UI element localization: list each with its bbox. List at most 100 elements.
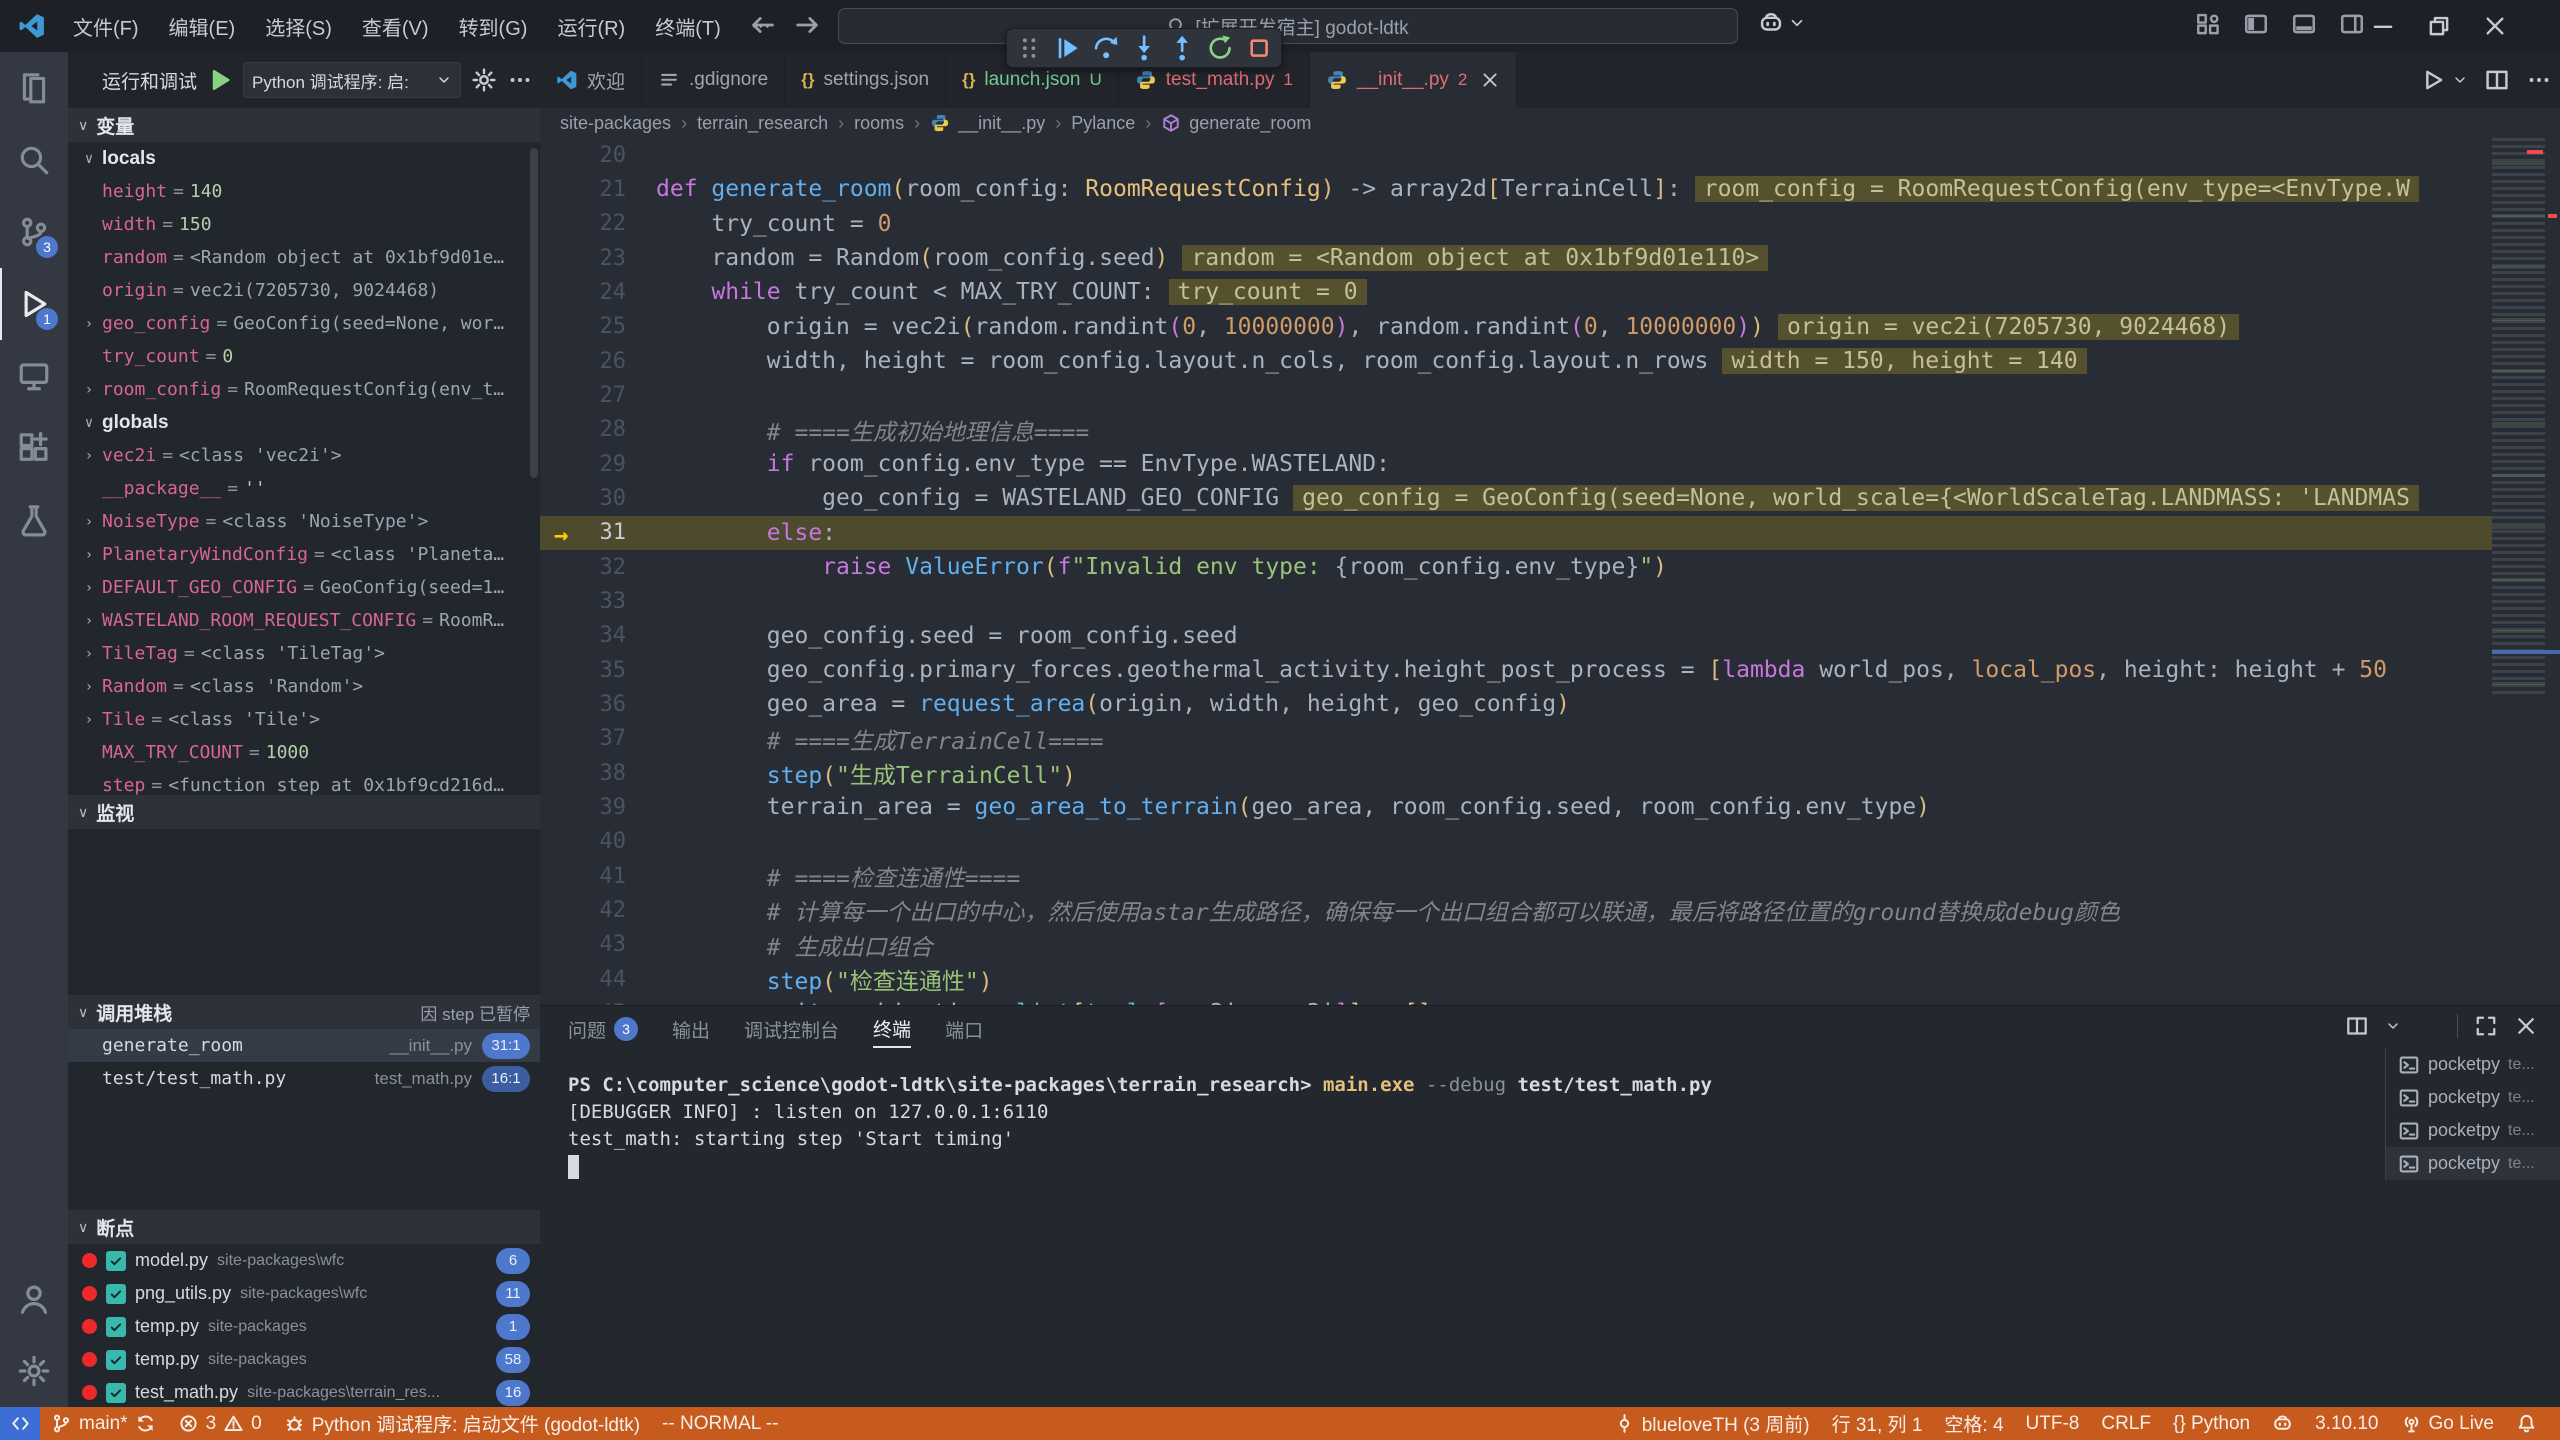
breadcrumb-item[interactable]: generate_room — [1189, 113, 1311, 134]
line-number[interactable]: 33 — [540, 589, 656, 614]
restore-icon[interactable] — [2426, 13, 2452, 39]
code-line-39[interactable]: 39 terrain_area = geo_area_to_terrain(ge… — [540, 790, 2492, 824]
code-line-40[interactable]: 40 — [540, 825, 2492, 859]
tab-settings-json[interactable]: {}settings.json — [785, 52, 946, 108]
more-actions-icon[interactable] — [2417, 1014, 2441, 1038]
line-number[interactable]: 40 — [540, 829, 656, 854]
variable-row[interactable]: origin=vec2i(7205730, 9024468) — [76, 274, 540, 307]
status-item-copilot[interactable] — [2261, 1407, 2304, 1440]
menu-item[interactable]: 终端(T) — [640, 6, 736, 47]
breadcrumb-item[interactable]: __init__.py — [958, 113, 1045, 134]
code-line-31[interactable]: →31 else: — [540, 516, 2492, 550]
breakpoint-row[interactable]: temp.pysite-packages1 — [68, 1310, 540, 1343]
breakpoints-header[interactable]: ∨断点 — [68, 1210, 540, 1244]
code-line-21[interactable]: 21def generate_room(room_config: RoomReq… — [540, 172, 2492, 206]
variables-header[interactable]: ∨变量 — [68, 108, 540, 142]
status-item-commit[interactable]: blueloveTH (3 周前) — [1603, 1407, 1821, 1440]
code-line-36[interactable]: 36 geo_area = request_area(origin, width… — [540, 687, 2492, 721]
breadcrumb-item[interactable]: terrain_research — [697, 113, 828, 134]
menu-item[interactable]: 运行(R) — [542, 6, 640, 47]
line-number[interactable]: 24 — [540, 280, 656, 305]
line-number[interactable]: 37 — [540, 726, 656, 751]
activitybar-extensions[interactable] — [0, 412, 68, 484]
status-item-branch[interactable]: main* — [40, 1407, 167, 1440]
split-terminal-icon[interactable] — [2345, 1014, 2369, 1038]
code-line-37[interactable]: 37 # ====生成TerrainCell==== — [540, 722, 2492, 756]
line-number[interactable]: 28 — [540, 417, 656, 442]
line-number[interactable]: 26 — [540, 349, 656, 374]
code-line-34[interactable]: 34 geo_config.seed = room_config.seed — [540, 619, 2492, 653]
variable-row[interactable]: width=150 — [76, 208, 540, 241]
gear-icon[interactable] — [471, 67, 497, 93]
code-line-22[interactable]: 22 try_count = 0 — [540, 207, 2492, 241]
panel-tab-输出[interactable]: 输出 — [672, 1016, 710, 1047]
panel-tab-端口[interactable]: 端口 — [945, 1016, 983, 1047]
code-line-41[interactable]: 41 # ====检查连通性==== — [540, 859, 2492, 893]
breadcrumb-item[interactable]: rooms — [854, 113, 904, 134]
panel-tab-调试控制台[interactable]: 调试控制台 — [744, 1016, 839, 1047]
terminal-session[interactable]: pocketpyte... — [2386, 1081, 2560, 1114]
command-center[interactable]: [扩展开发宿主] godot-ldtk — [838, 8, 1738, 44]
restart-icon[interactable] — [1206, 32, 1234, 64]
breakpoint-row[interactable]: model.pysite-packages\wfc6 — [68, 1244, 540, 1277]
step-into-icon[interactable] — [1130, 32, 1158, 64]
code-line-35[interactable]: 35 geo_config.primary_forces.geothermal_… — [540, 653, 2492, 687]
drag-grip-icon[interactable] — [1015, 32, 1043, 64]
line-number[interactable]: 32 — [540, 555, 656, 580]
line-number[interactable]: 21 — [540, 177, 656, 202]
activitybar-account[interactable] — [0, 1263, 68, 1335]
activitybar-run-debug[interactable]: 1 — [0, 268, 68, 340]
code-line-44[interactable]: 44 step("检查连通性") — [540, 962, 2492, 996]
menu-item[interactable]: 转到(G) — [444, 6, 543, 47]
code-line-27[interactable]: 27 — [540, 378, 2492, 412]
status-item[interactable]: CRLF — [2090, 1407, 2162, 1440]
menu-item[interactable]: 查看(V) — [347, 6, 444, 47]
more-actions-icon[interactable] — [507, 67, 533, 93]
code-line-45[interactable]: 45 exit_combinations:list[tuple[vec2i, v… — [540, 996, 2492, 1005]
line-number[interactable]: 29 — [540, 452, 656, 477]
activitybar-source-control[interactable]: 3 — [0, 196, 68, 268]
breakpoint-row[interactable]: temp.pysite-packages58 — [68, 1343, 540, 1376]
variable-row[interactable]: height=140 — [76, 175, 540, 208]
chevron-down-icon[interactable] — [2385, 1018, 2401, 1034]
close-tab-icon[interactable] — [1480, 70, 1500, 90]
status-item[interactable]: {} Python — [2162, 1407, 2261, 1440]
panel-tab-终端[interactable]: 终端 — [873, 1015, 911, 1048]
breakpoint-checkbox[interactable] — [106, 1251, 126, 1271]
minimap[interactable] — [2492, 138, 2545, 698]
variable-row[interactable]: ›DEFAULT_GEO_CONFIG=GeoConfig(seed=1… — [76, 571, 540, 604]
breakpoint-checkbox[interactable] — [106, 1317, 126, 1337]
variable-row[interactable]: ›Tile=<class 'Tile'> — [76, 703, 540, 736]
variable-row[interactable]: ›WASTELAND_ROOM_REQUEST_CONFIG=RoomR… — [76, 604, 540, 637]
copilot-menu[interactable] — [1758, 10, 1806, 36]
panel-tab-问题[interactable]: 问题3 — [568, 1016, 638, 1047]
line-number[interactable]: 36 — [540, 692, 656, 717]
code-line-38[interactable]: 38 step("生成TerrainCell") — [540, 756, 2492, 790]
line-number[interactable]: 39 — [540, 795, 656, 820]
status-item[interactable]: 空格: 4 — [1933, 1407, 2014, 1440]
step-over-icon[interactable] — [1092, 32, 1120, 64]
code-line-20[interactable]: 20 — [540, 138, 2492, 172]
status-item-golive[interactable]: Go Live — [2390, 1407, 2505, 1440]
status-item[interactable]: 行 31, 列 1 — [1821, 1407, 1934, 1440]
code-line-23[interactable]: 23 random = Random(room_config.seed)rand… — [540, 241, 2492, 275]
line-number[interactable]: →31 — [540, 520, 656, 545]
status-item[interactable]: 3.10.10 — [2304, 1407, 2389, 1440]
customize-layout-icon[interactable] — [2195, 11, 2221, 37]
menu-item[interactable]: 编辑(E) — [154, 6, 251, 47]
status-item[interactable]: UTF-8 — [2015, 1407, 2091, 1440]
code-line-42[interactable]: 42 # 计算每一个出口的中心，然后使用astar生成路径，确保每一个出口组合都… — [540, 893, 2492, 927]
terminal-session[interactable]: pocketpyte... — [2386, 1147, 2560, 1180]
close-icon[interactable] — [2482, 13, 2508, 39]
line-number[interactable]: 41 — [540, 864, 656, 889]
breakpoint-row[interactable]: test_math.pysite-packages\terrain_res...… — [68, 1376, 540, 1407]
code-line-29[interactable]: 29 if room_config.env_type == EnvType.WA… — [540, 447, 2492, 481]
code-line-26[interactable]: 26 width, height = room_config.layout.n_… — [540, 344, 2492, 378]
line-number[interactable]: 25 — [540, 314, 656, 339]
callstack-frame[interactable]: generate_room__init__.py31:1 — [68, 1029, 540, 1062]
code-line-24[interactable]: 24 while try_count < MAX_TRY_COUNT:try_c… — [540, 275, 2492, 309]
activitybar-explorer[interactable] — [0, 52, 68, 124]
breakpoint-checkbox[interactable] — [106, 1284, 126, 1304]
code-line-33[interactable]: 33 — [540, 584, 2492, 618]
line-number[interactable]: 30 — [540, 486, 656, 511]
